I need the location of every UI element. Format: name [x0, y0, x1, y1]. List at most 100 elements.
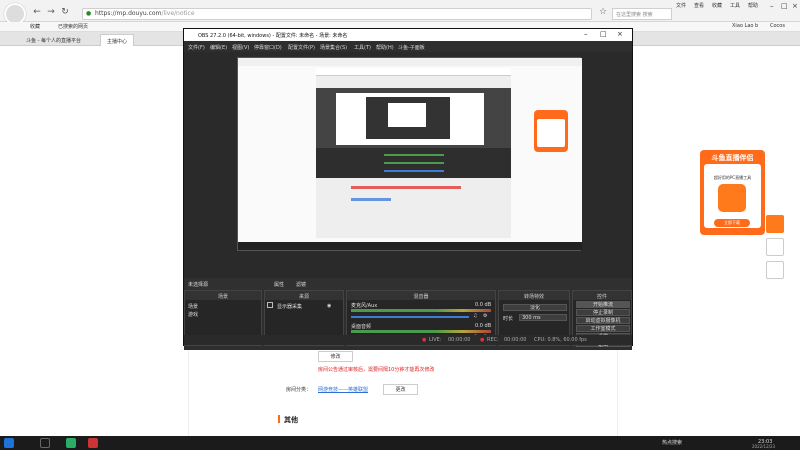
- transition-select[interactable]: 淡化: [503, 304, 567, 311]
- widget-subtitle: 超好用的PC直播工具: [713, 175, 752, 180]
- rec-time: 00:00:00: [504, 337, 527, 343]
- section-title: 其他: [284, 416, 298, 424]
- tab-douyu-home[interactable]: 斗鱼 - 每个人的直播平台: [20, 34, 87, 46]
- source-item[interactable]: 显示器采集: [277, 303, 302, 310]
- obs-menu-view[interactable]: 视图(V): [232, 44, 249, 51]
- monitor-icon: [267, 302, 273, 308]
- download-widget[interactable]: 斗鱼直播伴侣 超好用的PC直播工具 立即下载: [700, 150, 765, 235]
- menu-tools[interactable]: 工具: [730, 2, 740, 9]
- gear-icon[interactable]: ⚙: [483, 313, 487, 319]
- star-icon[interactable]: ☆: [598, 7, 608, 17]
- bookmark-item[interactable]: 收藏: [30, 23, 40, 30]
- obs-window: OBS 27.2.0 (64-bit, windows) - 配置文件: 未命名…: [183, 28, 633, 350]
- bookmark-item[interactable]: Cocos: [770, 23, 785, 29]
- wechat-icon[interactable]: [66, 438, 76, 448]
- clock-date: 2022/12/23: [752, 444, 776, 449]
- change-button[interactable]: 更改: [383, 384, 418, 395]
- close-icon[interactable]: ×: [792, 2, 798, 10]
- minimize-icon[interactable]: –: [770, 2, 774, 10]
- refresh-icon[interactable]: ↻: [60, 7, 70, 17]
- obs-menu-tools[interactable]: 工具(T): [354, 44, 371, 51]
- source-bar: 未选择源 属性 滤镜: [184, 278, 632, 290]
- maximize-icon[interactable]: □: [781, 2, 788, 10]
- obs-menu-file[interactable]: 文件(F): [188, 44, 205, 51]
- category-label: 房间分类：: [286, 387, 312, 393]
- browser-toolbar: ← → ↻ ● https://mp.douyu.com/live/notice…: [0, 0, 800, 25]
- obs-minimize-icon[interactable]: –: [584, 30, 588, 38]
- category-link[interactable]: 网游竞技——英雄联盟: [318, 386, 368, 393]
- forward-icon[interactable]: →: [46, 7, 56, 17]
- filters-button[interactable]: 滤镜: [296, 281, 306, 288]
- menu-favorites[interactable]: 收藏: [712, 2, 722, 9]
- transitions-title: 转场特效: [499, 291, 569, 300]
- menu-help[interactable]: 帮助: [748, 2, 758, 9]
- obs-maximize-icon[interactable]: □: [600, 30, 607, 38]
- speaker-icon[interactable]: ♫: [473, 313, 477, 319]
- start-icon[interactable]: [4, 438, 14, 448]
- mixer-channel-db: 0.0 dB: [475, 302, 492, 308]
- obs-close-icon[interactable]: ×: [617, 30, 623, 38]
- obs-menu-profile[interactable]: 配置文件(P): [288, 44, 315, 51]
- mixer-title: 混音器: [347, 291, 495, 300]
- virtual-camera-button[interactable]: 启动虚拟摄像机: [576, 317, 630, 324]
- menu-view[interactable]: 查看: [694, 2, 704, 9]
- taskbar: 热点搜索 23:03 2022/12/23: [0, 436, 800, 450]
- lock-icon: ●: [86, 10, 92, 17]
- obs-menu-docks[interactable]: 停靠窗口(D): [254, 44, 282, 51]
- page-content: 修改 房间公告通过审核后，需要间隔10分钟才能再次修改 房间分类： 网游竞技——…: [268, 346, 608, 436]
- nested-obs: [316, 88, 511, 178]
- obs-menu-edit[interactable]: 编辑(E): [210, 44, 227, 51]
- captured-taskbar: [238, 242, 582, 250]
- obs-taskbar-icon[interactable]: [40, 438, 50, 448]
- bookmark-item[interactable]: Xiao Lao b: [732, 23, 758, 29]
- obs-statusbar: ● LIVE: 00:00:00 ● REC: 00:00:00 CPU: 0.…: [184, 335, 632, 345]
- controls-title: 控件: [573, 291, 631, 300]
- rec-dot-icon: ●: [480, 337, 485, 343]
- live-label: LIVE:: [429, 337, 442, 343]
- obs-menu-scene-collection[interactable]: 场景集合(S): [320, 44, 347, 51]
- url-host: https://mp.douyu.com: [95, 10, 162, 17]
- search-input[interactable]: 在这里搜索 搜索: [612, 8, 672, 20]
- live-time: 00:00:00: [448, 337, 471, 343]
- captured-browser-toolbar: [238, 58, 582, 66]
- sources-title: 来源: [265, 291, 343, 300]
- audio-meter: [351, 330, 491, 333]
- mixer-channel-name: 麦克风/Aux: [351, 303, 378, 309]
- menu-file[interactable]: 文件: [676, 2, 686, 9]
- scenes-title: 场景: [185, 291, 261, 300]
- tab-anchor-center[interactable]: 主播中心: [100, 34, 135, 46]
- audio-meter: [351, 309, 491, 312]
- notice-text: 房间公告通过审核后，需要间隔10分钟才能再次修改: [318, 367, 435, 373]
- volume-slider[interactable]: [351, 316, 469, 318]
- cpu-status: CPU: 0.8%, 60.00 fps: [534, 337, 587, 343]
- screenshot-icon[interactable]: [766, 261, 784, 279]
- obs-menubar: 文件(F) 编辑(E) 视图(V) 停靠窗口(D) 配置文件(P) 场景集合(S…: [184, 41, 632, 52]
- properties-button[interactable]: 属性: [274, 281, 284, 288]
- tray-text[interactable]: 热点搜索: [662, 439, 682, 446]
- obs-preview[interactable]: [184, 52, 632, 278]
- obs-menu-help[interactable]: 帮助(H): [376, 44, 394, 51]
- studio-mode-button[interactable]: 工作室模式: [576, 325, 630, 332]
- home-icon[interactable]: [766, 238, 784, 256]
- start-stream-button[interactable]: 开始推流: [576, 301, 630, 308]
- duration-input[interactable]: 300 ms: [519, 314, 567, 321]
- obs-title: OBS 27.2.0 (64-bit, windows) - 配置文件: 未命名…: [184, 29, 632, 41]
- app-icon[interactable]: [88, 438, 98, 448]
- widget-download-button[interactable]: 立即下载: [714, 219, 750, 227]
- obs-menu-douyu[interactable]: 斗鱼-子面板: [398, 44, 425, 51]
- play-icon[interactable]: [766, 215, 784, 233]
- eye-icon[interactable]: ◉: [327, 303, 331, 309]
- modify-button[interactable]: 修改: [318, 351, 353, 362]
- rec-label: REC:: [487, 337, 499, 343]
- section-marker: [278, 415, 280, 423]
- douyu-watermark: 斗鱼 DOUYU.COM: [8, 413, 50, 437]
- live-dot-icon: ●: [422, 337, 427, 343]
- no-source-label: 未选择源: [188, 282, 209, 288]
- address-bar[interactable]: ● https://mp.douyu.com/live/notice: [82, 8, 592, 20]
- scene-item[interactable]: 游戏: [188, 311, 198, 318]
- back-icon[interactable]: ←: [32, 7, 42, 17]
- douyu-logo-icon: [718, 184, 746, 212]
- scene-item[interactable]: 场景: [188, 303, 198, 310]
- stop-recording-button[interactable]: 停止录制: [576, 309, 630, 316]
- bookmark-item[interactable]: 已搜索的网页: [58, 23, 88, 30]
